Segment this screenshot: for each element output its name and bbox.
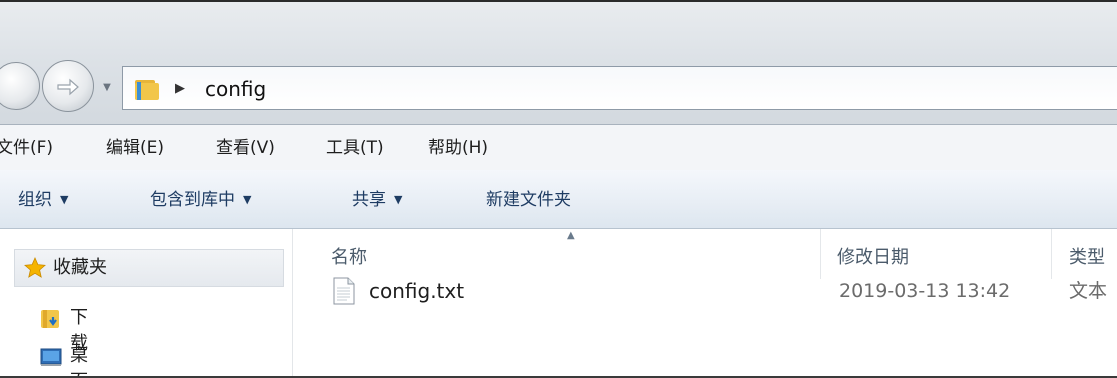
share-label: 共享 xyxy=(352,190,386,210)
file-list: ▲ 名称 修改日期 类型 config.txt 2019-03-13 13:42… xyxy=(293,229,1117,376)
desktop-icon xyxy=(40,348,62,366)
share-button[interactable]: 共享 ▼ xyxy=(352,187,402,213)
title-bar: ▼ ▶ config xyxy=(0,2,1117,125)
sort-ascending-icon: ▲ xyxy=(567,230,575,241)
file-row[interactable]: config.txt 2019-03-13 13:42 文本 xyxy=(323,271,1117,311)
back-button[interactable] xyxy=(0,62,40,110)
include-in-library-button[interactable]: 包含到库中 ▼ xyxy=(150,187,251,213)
chevron-down-icon: ▼ xyxy=(243,193,252,206)
organize-button[interactable]: 组织 ▼ xyxy=(18,187,68,213)
column-header-name[interactable]: 名称 xyxy=(331,245,367,271)
column-header-modified[interactable]: 修改日期 xyxy=(837,245,909,271)
folder-icon xyxy=(135,80,159,100)
file-name: config.txt xyxy=(369,279,465,303)
explorer-window: ▼ ▶ config 文件(F) 编辑(E) 查看(V) 工具(T) 帮助(H)… xyxy=(0,0,1117,378)
menu-bar: 文件(F) 编辑(E) 查看(V) 工具(T) 帮助(H) xyxy=(0,125,1117,171)
file-modified-date: 2019-03-13 13:42 xyxy=(839,280,1011,302)
menu-help[interactable]: 帮助(H) xyxy=(428,135,488,161)
breadcrumb-arrow-icon[interactable]: ▶ xyxy=(175,79,187,99)
nav-favorites[interactable]: 收藏夹 xyxy=(14,249,284,287)
breadcrumb-config[interactable]: config xyxy=(205,75,266,103)
nav-favorites-label: 收藏夹 xyxy=(53,257,107,278)
include-in-library-label: 包含到库中 xyxy=(150,190,235,210)
menu-edit[interactable]: 编辑(E) xyxy=(106,135,164,161)
new-folder-button[interactable]: 新建文件夹 xyxy=(486,187,571,213)
nav-downloads-label: 下载 xyxy=(70,307,88,354)
menu-tools[interactable]: 工具(T) xyxy=(326,135,384,161)
organize-label: 组织 xyxy=(18,190,52,210)
nav-desktop-label: 桌面 xyxy=(70,345,88,376)
navigation-pane: 收藏夹 下载 桌面 xyxy=(0,229,293,376)
downloads-folder-icon xyxy=(41,310,59,328)
menu-view[interactable]: 查看(V) xyxy=(216,135,275,161)
forward-button[interactable] xyxy=(42,60,94,112)
text-file-icon xyxy=(333,277,355,305)
address-bar[interactable]: ▶ config xyxy=(122,66,1117,110)
command-toolbar: 组织 ▼ 包含到库中 ▼ 共享 ▼ 新建文件夹 xyxy=(0,170,1117,229)
chevron-down-icon: ▼ xyxy=(60,193,69,206)
recent-pages-dropdown[interactable]: ▼ xyxy=(100,82,114,94)
menu-file[interactable]: 文件(F) xyxy=(0,135,53,161)
forward-arrow-icon xyxy=(57,78,79,96)
file-type: 文本 xyxy=(1069,280,1108,302)
chevron-down-icon: ▼ xyxy=(394,193,403,206)
column-header-type[interactable]: 类型 xyxy=(1069,245,1105,271)
star-icon xyxy=(24,257,46,278)
